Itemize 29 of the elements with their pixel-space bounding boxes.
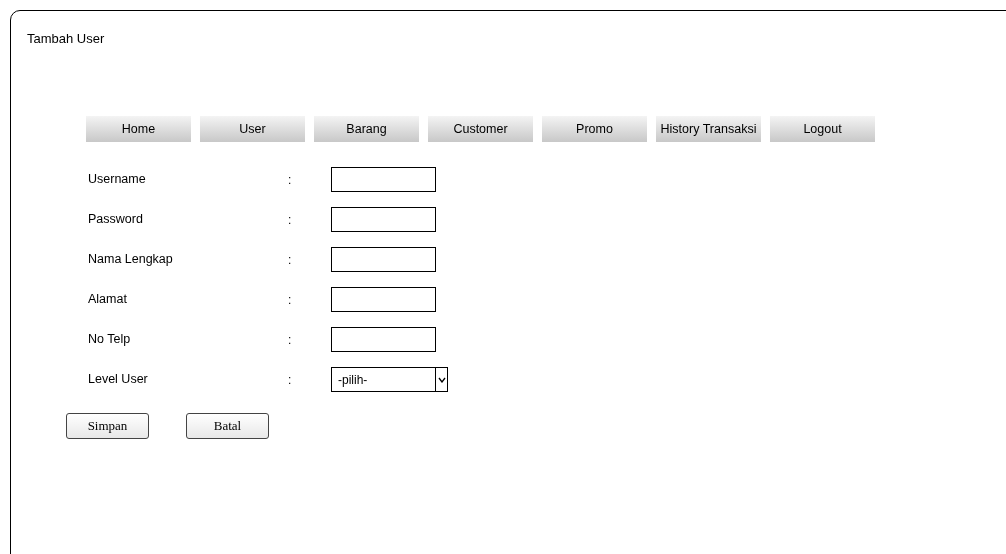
field-colon: : [288, 171, 293, 189]
nav-button[interactable]: History Transaksi [656, 116, 761, 142]
field-label: Password [88, 211, 144, 229]
form-button[interactable]: Simpan [66, 413, 149, 439]
field-label: Nama Lengkap [88, 251, 174, 269]
field-colon: : [288, 371, 293, 389]
window-title: Tambah User [27, 31, 105, 47]
nav-button[interactable]: Customer [428, 116, 533, 142]
nav-button[interactable]: Promo [542, 116, 647, 142]
field-colon: : [288, 331, 293, 349]
field-label: No Telp [88, 331, 132, 349]
nav-button[interactable]: Logout [770, 116, 875, 142]
input-field[interactable] [331, 207, 436, 232]
field-colon: : [288, 251, 293, 269]
field-label: Level User [88, 371, 149, 389]
form-button[interactable]: Batal [186, 413, 269, 439]
nav-button[interactable]: Home [86, 116, 191, 142]
nav-button[interactable]: Barang [314, 116, 419, 142]
input-field[interactable] [331, 247, 436, 272]
field-label: Alamat [88, 291, 128, 309]
field-colon: : [288, 211, 293, 229]
nav-button[interactable]: User [200, 116, 305, 142]
input-field[interactable] [331, 167, 436, 192]
level-select[interactable]: -pilih- [331, 367, 448, 392]
field-colon: : [288, 291, 293, 309]
chevron-down-icon [437, 376, 446, 383]
field-label: Username [88, 171, 147, 189]
input-field[interactable] [331, 327, 436, 352]
input-field[interactable] [331, 287, 436, 312]
